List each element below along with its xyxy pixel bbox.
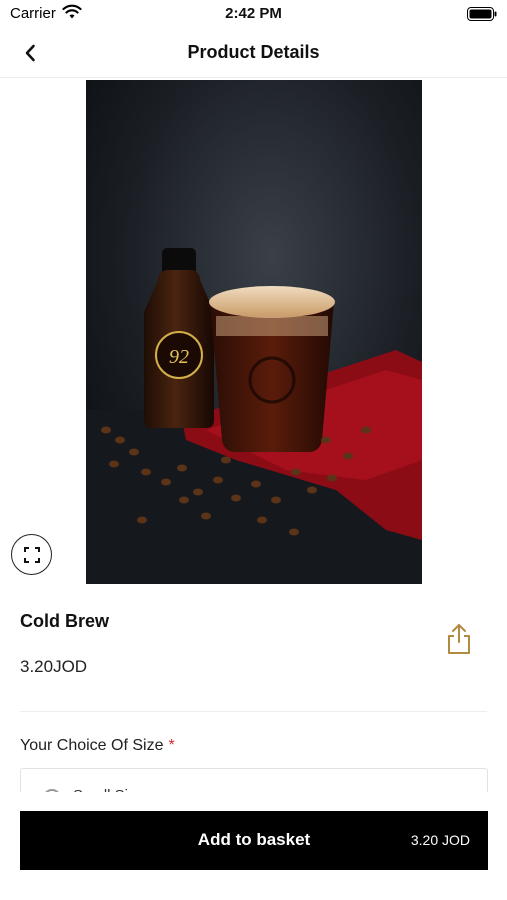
status-time: 2:42 PM <box>225 5 282 22</box>
nav-header: Product Details <box>0 28 507 78</box>
bottom-bar: Add to basket 3.20 JOD <box>0 792 507 900</box>
required-mark: * <box>168 737 175 754</box>
expand-image-button[interactable] <box>11 534 52 575</box>
battery-icon <box>467 7 497 21</box>
status-bar: Carrier 2:42 PM <box>0 0 507 28</box>
expand-icon <box>23 546 40 563</box>
basket-total: 3.20 JOD <box>410 832 470 848</box>
product-photo: 92 <box>86 80 422 584</box>
add-to-basket-button[interactable]: Add to basket 3.20 JOD <box>20 811 488 870</box>
bottle-logo-text: 92 <box>169 346 189 368</box>
share-icon[interactable] <box>444 622 474 656</box>
product-image[interactable]: 92 <box>86 80 422 584</box>
divider <box>20 711 487 712</box>
product-name: Cold Brew <box>20 611 110 631</box>
product-price: 3.20JOD <box>20 657 88 676</box>
option-group-title: Your Choice Of Size <box>20 737 164 754</box>
option-group-label: Your Choice Of Size * <box>20 737 175 755</box>
page-title: Product Details <box>187 42 320 62</box>
